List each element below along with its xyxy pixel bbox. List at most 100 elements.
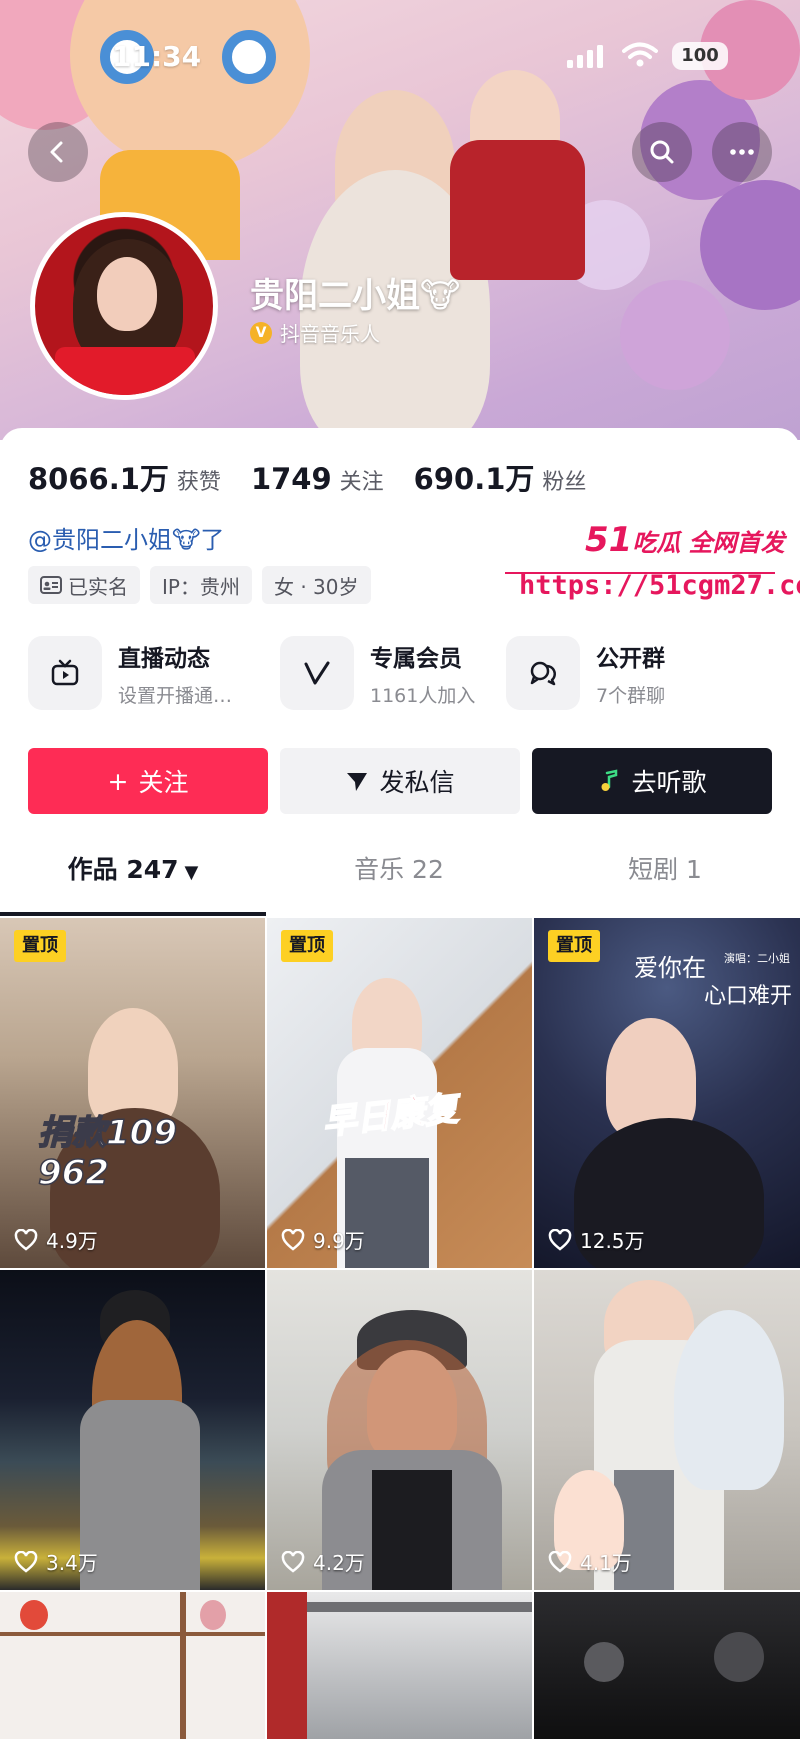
heart-icon bbox=[548, 1550, 572, 1573]
watermark: 51吃瓜 全网首发 https://51cgm27.com bbox=[505, 520, 800, 610]
tag-label: IP：贵州 bbox=[162, 574, 240, 599]
video-tile[interactable] bbox=[534, 1592, 800, 1739]
tab-short-drama[interactable]: 短剧 1 bbox=[532, 852, 798, 910]
follow-button[interactable]: + 关注 bbox=[28, 748, 268, 814]
toy-figure bbox=[20, 1600, 48, 1630]
likes-count: 12.5万 bbox=[580, 1229, 645, 1253]
building-decoration bbox=[307, 1602, 532, 1612]
heart-icon bbox=[281, 1550, 305, 1573]
tab-label: 作品 247 bbox=[67, 855, 179, 884]
watermark-brand: 51吃瓜 全网首发 bbox=[585, 520, 785, 560]
likes-count: 9.9万 bbox=[313, 1229, 365, 1253]
feature-title: 直播动态 bbox=[118, 645, 210, 672]
video-tile[interactable]: 爱你在 演唱：二小姐 心口难开 置顶 12.5万 bbox=[534, 918, 800, 1268]
content-tabs: 作品 247 ▼ 音乐 22 短剧 1 bbox=[0, 852, 800, 910]
likes-count: 4.1万 bbox=[580, 1551, 632, 1575]
heart-icon bbox=[14, 1228, 38, 1251]
tab-label: 短剧 1 bbox=[628, 855, 702, 884]
video-tile[interactable] bbox=[267, 1592, 532, 1739]
feature-subtitle: 1161人加入 bbox=[370, 684, 476, 707]
id-card-icon bbox=[40, 576, 62, 594]
shelf-decoration bbox=[180, 1592, 186, 1739]
verification-row[interactable]: V 抖音音乐人 bbox=[250, 318, 380, 347]
video-likes: 3.4万 bbox=[14, 1547, 98, 1576]
feature-live-updates[interactable]: 直播动态 设置开播通… bbox=[28, 636, 232, 710]
likes-count: 3.4万 bbox=[46, 1551, 98, 1575]
profile-tags: 已实名 IP：贵州 女 · 30岁 bbox=[28, 566, 371, 604]
feature-subtitle: 7个群聊 bbox=[596, 684, 666, 707]
video-grid: 捐款109 962 置顶 4.9万 早日康复 置顶 9.9万 爱你在 演唱：二小… bbox=[0, 918, 800, 1739]
stat-followers[interactable]: 690.1万 粉丝 bbox=[414, 456, 587, 498]
feature-icon-box bbox=[28, 636, 102, 710]
listen-music-label: 去听歌 bbox=[631, 768, 707, 797]
stat-number: 1749 bbox=[250, 462, 332, 496]
tab-music[interactable]: 音乐 22 bbox=[266, 852, 532, 910]
profile-handle-link[interactable]: @贵阳二小姐🐮了 bbox=[28, 520, 224, 555]
listen-music-button[interactable]: 去听歌 bbox=[532, 748, 772, 814]
video-likes: 12.5万 bbox=[548, 1225, 645, 1254]
tag-label: 女 · 30岁 bbox=[273, 574, 359, 599]
video-tile[interactable]: 4.1万 bbox=[534, 1270, 800, 1590]
toy-figure bbox=[200, 1600, 226, 1630]
feature-entries: 直播动态 设置开播通… 专属会员 1161人加入 公开群 7个群聊 bbox=[28, 636, 788, 712]
pinned-badge: 置顶 bbox=[548, 930, 600, 962]
watermark-brand-number: 51 bbox=[585, 520, 633, 560]
video-likes: 4.2万 bbox=[281, 1547, 365, 1576]
video-person bbox=[584, 1642, 624, 1682]
balloon-decoration bbox=[700, 180, 800, 310]
video-tile[interactable]: 早日康复 置顶 9.9万 bbox=[267, 918, 532, 1268]
avatar[interactable] bbox=[30, 212, 218, 400]
video-likes: 4.9万 bbox=[14, 1225, 98, 1254]
avatar-dress bbox=[55, 347, 195, 395]
video-tile[interactable]: 3.4万 bbox=[0, 1270, 265, 1590]
video-tile[interactable]: 4.2万 bbox=[267, 1270, 532, 1590]
pinned-badge: 置顶 bbox=[14, 930, 66, 962]
pinned-badge: 置顶 bbox=[281, 930, 333, 962]
video-caption: 捐款109 962 bbox=[37, 1112, 177, 1194]
watermark-url: https://51cgm27.com bbox=[519, 570, 800, 601]
stat-number: 8066.1万 bbox=[28, 462, 169, 496]
shelf-decoration bbox=[0, 1632, 265, 1636]
more-button[interactable] bbox=[712, 122, 772, 182]
feature-subtitle: 设置开播通… bbox=[118, 684, 233, 707]
stat-likes[interactable]: 8066.1万 获赞 bbox=[28, 456, 221, 498]
profile-nickname: 贵阳二小姐🐮 bbox=[250, 276, 461, 316]
video-likes: 9.9万 bbox=[281, 1225, 365, 1254]
watermark-brand-text: 吃瓜 全网首发 bbox=[632, 529, 785, 557]
likes-count: 4.2万 bbox=[313, 1551, 365, 1575]
verification-label: 抖音音乐人 bbox=[280, 322, 380, 346]
music-note-icon bbox=[601, 769, 618, 791]
stat-following[interactable]: 1749 关注 bbox=[251, 462, 384, 496]
feature-title: 专属会员 bbox=[370, 645, 462, 672]
feature-public-group[interactable]: 公开群 7个群聊 bbox=[506, 636, 665, 710]
status-bar: 11:34 100 bbox=[0, 0, 800, 120]
follow-button-label: 关注 bbox=[138, 768, 189, 797]
video-caption-small: 演唱：二小姐 bbox=[724, 952, 790, 965]
tag-ip-location: IP：贵州 bbox=[150, 566, 252, 604]
profile-banner: 11:34 100 贵阳二小姐🐮 V 抖音音乐人 bbox=[0, 0, 800, 440]
cellular-signal-icon bbox=[567, 45, 603, 68]
video-person bbox=[714, 1632, 764, 1682]
video-caption-title: 爱你在 bbox=[634, 954, 706, 982]
chevron-left-icon bbox=[50, 141, 63, 163]
message-button-label: 发私信 bbox=[379, 768, 455, 797]
stat-label: 获赞 bbox=[176, 470, 221, 495]
tab-works[interactable]: 作品 247 ▼ bbox=[0, 852, 266, 910]
status-time: 11:34 bbox=[112, 40, 202, 73]
stat-label: 关注 bbox=[339, 470, 384, 495]
feature-icon-box bbox=[506, 636, 580, 710]
avatar-face bbox=[97, 257, 157, 331]
video-person bbox=[674, 1310, 784, 1490]
feature-membership[interactable]: 专属会员 1161人加入 bbox=[280, 636, 475, 710]
stat-number: 690.1万 bbox=[413, 462, 535, 496]
search-button[interactable] bbox=[632, 122, 692, 182]
plus-icon: + bbox=[107, 766, 129, 796]
building-decoration bbox=[267, 1592, 307, 1739]
profile-stats: 8066.1万 获赞 1749 关注 690.1万 粉丝 bbox=[28, 456, 616, 498]
heart-icon bbox=[14, 1550, 38, 1573]
video-tile[interactable] bbox=[0, 1592, 265, 1739]
back-button[interactable] bbox=[28, 122, 88, 182]
video-likes: 4.1万 bbox=[548, 1547, 632, 1576]
video-tile[interactable]: 捐款109 962 置顶 4.9万 bbox=[0, 918, 265, 1268]
message-button[interactable]: 发私信 bbox=[280, 748, 520, 814]
